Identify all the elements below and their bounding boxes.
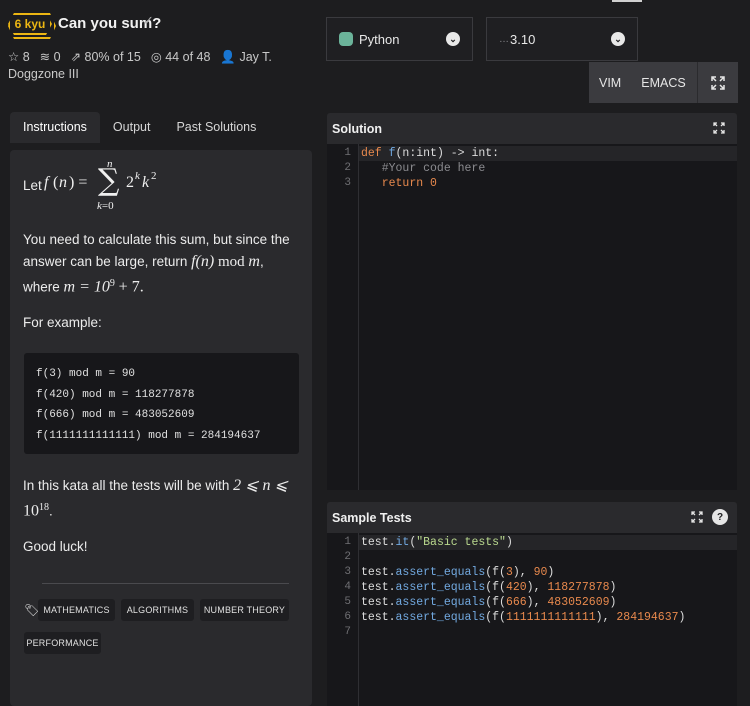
constraints-text: In this kata all the tests will be with … — [23, 477, 288, 520]
line-number: 7 — [344, 626, 351, 638]
rank-badge-border — [8, 13, 56, 39]
fullscreen-button[interactable] — [697, 62, 738, 103]
sum-formula: f ( n ) = n ∑ k=0 2 k k 2 — [44, 158, 157, 212]
solution-title: Solution — [332, 121, 382, 136]
author-link[interactable]: 👤 Jay T. — [220, 50, 271, 64]
line-number: 3 — [344, 177, 351, 189]
stars-stat[interactable]: ☆ 8 — [8, 50, 30, 64]
divider — [42, 583, 289, 584]
sample-tests-editor[interactable]: 1 2 3 4 5 6 7 test.it("Basic tests") tes… — [327, 533, 737, 706]
expand-icon[interactable] — [689, 509, 705, 525]
user-icon: 👤 — [220, 50, 236, 64]
tab-instructions[interactable]: Instructions — [10, 112, 100, 143]
tag-performance[interactable]: PERFORMANCE — [24, 632, 101, 654]
example-line: f(420) mod m = 118277878 — [36, 388, 195, 401]
expand-icon[interactable] — [711, 120, 727, 136]
layers-icon: ≋ — [39, 50, 51, 64]
vim-mode-button[interactable]: VIM — [589, 76, 631, 90]
line-gutter — [327, 144, 359, 490]
satisfaction-stat: ⇗ 80% of 15 — [70, 50, 141, 64]
example-line: f(666) mod m = 483052609 — [36, 409, 195, 421]
author-link-cont[interactable]: Doggzone III — [8, 67, 79, 81]
language-select[interactable]: Python ⌄ — [326, 17, 473, 61]
tag-icon: 🏷 — [24, 603, 40, 617]
instructions-paragraph: You need to calculate this sum, but sinc… — [23, 232, 290, 296]
thumbs-up-icon: ⇗ — [70, 50, 82, 64]
example-line: f(1111111111111) mod m = 284194637 — [36, 429, 261, 442]
fullscreen-icon — [711, 75, 725, 90]
top-indicator — [612, 0, 642, 2]
sample-tests-header: Sample Tests — [327, 502, 737, 533]
chevron-down-icon: ⌄ — [446, 32, 460, 46]
line-number: 1 — [344, 147, 351, 159]
line-number: 4 — [344, 581, 351, 593]
emacs-mode-button[interactable]: EMACS — [631, 76, 695, 90]
example-code-block: f(3) mod m = 90 f(420) mod m = 118277878… — [24, 353, 299, 454]
kata-stats: ☆ 8 ≋ 0 ⇗ 80% of 15 ◎ 44 of 48 👤 Jay T. Doggz… — [8, 49, 308, 83]
language-value: Python — [359, 31, 400, 47]
example-label: For example: — [23, 315, 102, 330]
solution-header: Solution — [327, 113, 737, 144]
code-line: #Your code here — [381, 162, 486, 175]
version-value: 3.10 — [510, 31, 536, 47]
version-select[interactable]: … 3.10 ⌄ — [486, 17, 638, 61]
line-number: 2 — [344, 162, 351, 174]
good-luck-text: Good luck! — [23, 539, 88, 554]
collections-stat[interactable]: ≋ 0 — [40, 50, 61, 64]
tag-algorithms[interactable]: ALGORITHMS — [121, 599, 194, 621]
tab-output[interactable]: Output — [100, 112, 164, 143]
code-line: test.it("Basic tests") — [361, 536, 513, 549]
code-line: test.assert_equals(f(1111111111111), 284… — [361, 611, 686, 624]
example-line: f(3) mod m = 90 — [36, 368, 136, 380]
formula-intro: Let — [23, 178, 42, 193]
code-line: test.assert_equals(f(666), 483052609) — [361, 596, 617, 609]
tab-past-solutions[interactable]: Past Solutions — [163, 112, 269, 143]
code-line: test.assert_equals(f(420), 118277878) — [361, 581, 617, 594]
python-icon — [339, 32, 353, 46]
line-number: 2 — [344, 551, 351, 563]
line-number: 5 — [344, 596, 351, 608]
line-number: 3 — [344, 566, 351, 578]
code-line: return 0 — [381, 177, 437, 190]
tag-number-theory[interactable]: NUMBER THEORY — [200, 599, 289, 621]
code-line: def f(n:int) -> int: — [361, 147, 500, 160]
target-icon: ◎ — [150, 50, 162, 64]
tag-mathematics[interactable]: MATHEMATICS — [38, 599, 115, 621]
help-icon[interactable]: ? — [712, 509, 728, 525]
sample-tests-title: Sample Tests — [332, 510, 412, 525]
code-line: test.assert_equals(f(3), 90) — [361, 566, 555, 579]
line-number: 1 — [344, 536, 351, 548]
completions-stat: ◎ 44 of 48 — [150, 50, 211, 64]
tab-bar: Instructions Output Past Solutions — [10, 112, 269, 143]
check-icon: ✓ — [143, 13, 154, 28]
chevron-down-icon: ⌄ — [611, 32, 625, 46]
solution-editor[interactable]: 1 2 3 def f(n:int) -> int: #Your code he… — [327, 144, 737, 490]
line-number: 6 — [344, 611, 351, 623]
